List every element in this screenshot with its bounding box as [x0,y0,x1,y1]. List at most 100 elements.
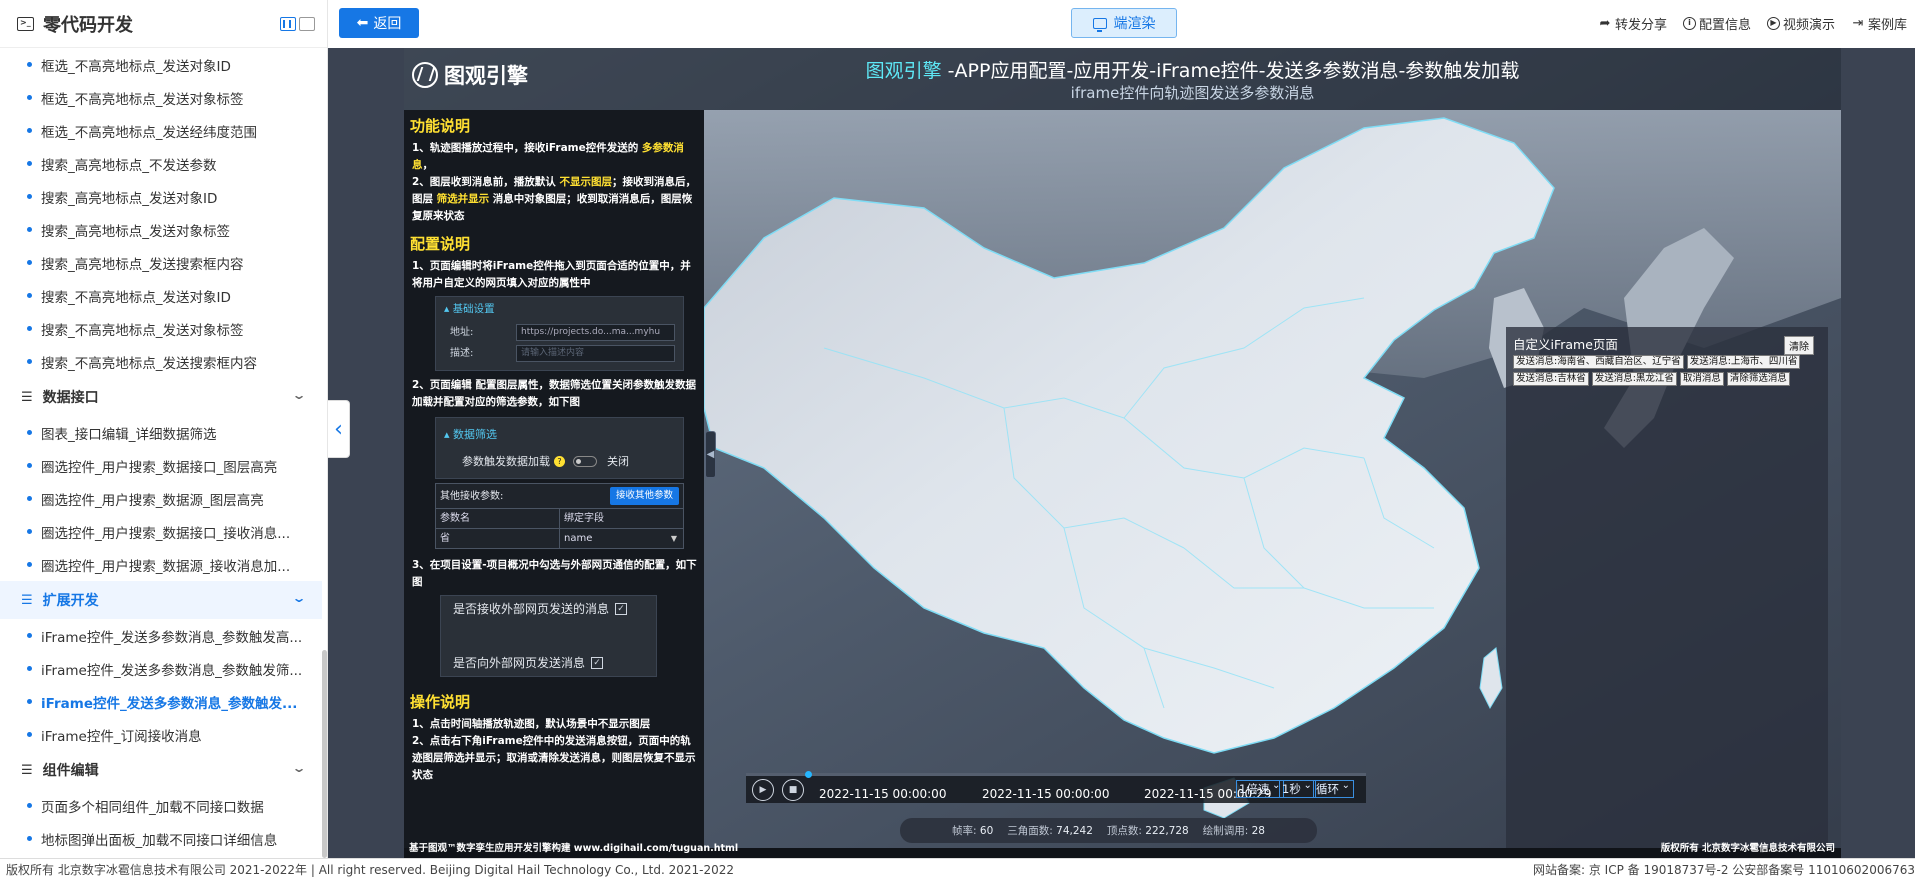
exit-icon: ⇥ [1852,16,1864,31]
timeline-knob[interactable] [805,771,812,778]
sidebar-item[interactable]: 框选_不高亮地标点_发送对象标签 [0,81,322,114]
video-demo-button[interactable]: ▶ 视频演示 [1766,14,1835,33]
checkbox-checked-icon: ✓ [615,603,628,615]
stat-label: 帧率: [952,825,977,837]
sidebar-item-label: 圈选控件_用户搜索_数据接口_图层高亮 [41,459,278,476]
share-icon: ➦ [1599,16,1611,31]
grid-view-icon[interactable] [280,17,296,31]
sidebar-item-label: 圈选控件_用户搜索_数据源_接收消息加... [41,558,291,575]
sidebar-item[interactable]: 框选_不高亮地标点_发送对象ID [0,48,322,81]
case-library-button[interactable]: ⇥ 案例库 [1851,14,1907,33]
info-icon: i [1682,17,1696,30]
address-field: https://projects.do...ma...myhu [516,324,675,341]
sidebar-collapse-button[interactable]: ‹ [328,400,350,458]
monitor-icon [1092,17,1107,32]
sidebar-item-label: 搜索_高亮地标点_不发送参数 [41,157,217,174]
info-panel-collapse-button[interactable]: ◀ [705,431,716,478]
table-cell: name [560,529,683,548]
timeline-track[interactable] [746,771,1366,778]
sidebar-item-label: 框选_不高亮地标点_发送对象标签 [41,91,244,108]
config-info-button[interactable]: i 配置信息 [1682,14,1751,33]
sidebar-item[interactable]: 搜索_高亮地标点_不发送参数 [0,147,322,180]
sidebar-item-label: 搜索_不高亮地标点_发送搜索框内容 [41,355,257,372]
back-button[interactable]: ⬅ 返回 [339,8,419,38]
list-icon: ☰ [21,592,33,608]
communication-settings-box: 是否接收外部网页发送的消息 ✓ 是否向外部网页发送消息 ✓ [440,595,657,677]
sidebar-header: >_ 零代码开发 [0,0,327,48]
bullet-icon [27,194,32,199]
sidebar-item[interactable]: 图表_接口编辑_详细数据筛选 [0,416,322,449]
operation-para-2: 2、点击右下角iFrame控件中的发送消息按钮，页面中的轨迹图层筛选并显示；取消… [412,735,696,781]
loop-select[interactable]: 循环 [1313,778,1354,798]
sidebar-item[interactable]: 搜索_不高亮地标点_发送对象标签 [0,312,322,345]
sidebar-group-data-api[interactable]: ☰ 数据接口 ⌄ [0,378,322,416]
sidebar-item[interactable]: 搜索_不高亮地标点_发送对象ID [0,279,322,312]
sidebar-item[interactable]: iFrame控件_发送多参数消息_参数触发高... [0,619,322,652]
sidebar-item-label: 搜索_不高亮地标点_发送对象标签 [41,322,244,339]
checkbox-checked-icon: ✓ [591,657,604,669]
play-button[interactable]: ▶ [752,779,774,801]
sidebar-item[interactable]: 框选_不高亮地标点_发送经纬度范围 [0,114,322,147]
stop-button[interactable]: ■ [782,779,804,801]
sidebar-item[interactable]: 搜索_高亮地标点_发送搜索框内容 [0,246,322,279]
sidebar-item[interactable]: iFrame控件_订阅接收消息 [0,718,322,751]
timeline-bar: ▶ ■ 2022-11-15 00:00:00 2022-11-15 00:00… [746,771,1366,803]
iframe-send-button[interactable]: 取消消息 [1679,372,1724,386]
chevron-left-icon: ◀ [706,449,715,460]
bullet-icon [27,95,32,100]
sidebar-item-label: 图表_接口编辑_详细数据筛选 [41,426,217,443]
share-button[interactable]: ➦ 转发分享 [1598,14,1666,33]
address-row: 地址: https://projects.do...ma...myhu [444,324,675,341]
sidebar-item[interactable]: 搜索_高亮地标点_发送对象标签 [0,213,322,246]
page-footer: 版权所有 北京数字冰雹信息技术有限公司 2021-2022年 | All rig… [0,858,1915,878]
sidebar-item-label: iFrame控件_发送多参数消息_参数触发高... [41,629,303,646]
sidebar-scrollbar[interactable] [322,650,327,858]
render-button[interactable]: 端渲染 [1071,8,1177,38]
iframe-send-button[interactable]: 清除筛选消息 [1726,372,1790,386]
scene-title-highlight: 图观引擎 [865,60,942,82]
help-icon: ? [554,456,565,467]
render-button-label: 端渲染 [1113,16,1156,32]
sidebar-item[interactable]: 圈选控件_用户搜索_数据接口_接收消息... [0,515,322,548]
sidebar-group-label: 扩展开发 [42,593,99,609]
stat-label: 绘制调用: [1202,825,1249,837]
highlight-text: 不显示图层 [559,176,612,188]
sidebar-group-label: 组件编辑 [42,763,99,779]
sidebar-item[interactable]: iFrame控件_发送多参数消息_参数触发... [0,685,322,718]
table-header-cell: 绑定字段 [564,513,604,524]
config-title: 配置说明 [410,235,471,253]
terminal-icon: >_ [17,16,34,31]
iframe-send-button[interactable]: 发送消息:海南省、西藏自治区、辽宁省 [1513,355,1684,369]
sidebar-item[interactable]: 圈选控件_用户搜索_数据源_接收消息加... [0,548,322,581]
config-info-label: 配置信息 [1698,18,1751,33]
video-demo-label: 视频演示 [1782,18,1835,33]
bullet-icon [27,128,32,133]
bullet-icon [27,326,32,331]
operation-title: 操作说明 [410,693,471,711]
sidebar-item-label: 搜索_高亮地标点_发送对象ID [41,190,218,207]
sidebar-item[interactable]: 圈选控件_用户搜索_数据源_图层高亮 [0,482,322,515]
stat-label: 三角面数: [1007,825,1053,837]
table-row: 省 name [436,528,683,548]
scene-title: 图观引擎 -APP应用配置-应用开发-iFrame控件-发送多参数消息-参数触发… [404,56,1841,83]
scene-viewport[interactable]: 图观引擎 图观引擎 -APP应用配置-应用开发-iFrame控件-发送多参数消息… [404,48,1841,858]
sidebar-item[interactable]: 搜索_不高亮地标点_发送搜索框内容 [0,345,322,378]
iframe-send-button[interactable]: 发送消息:上海市、四川省 [1686,355,1801,369]
bullet-icon [27,732,32,737]
view-toggle[interactable] [280,17,315,31]
sidebar-group-extension[interactable]: ☰ 扩展开发 ⌄ [0,581,322,619]
iframe-clear-button[interactable]: 清除 [1784,336,1814,355]
sidebar-item[interactable]: 圈选控件_用户搜索_数据接口_图层高亮 [0,449,322,482]
highlight-text: 筛选并显示 [436,193,490,205]
interval-select[interactable]: 1秒 [1279,778,1316,798]
iframe-send-button[interactable]: 发送消息:吉林省 [1513,372,1589,386]
iframe-send-button[interactable]: 发送消息:黑龙江省 [1591,372,1677,386]
speed-select[interactable]: 1倍速 [1236,778,1285,798]
sidebar-item-label: iFrame控件_发送多参数消息_参数触发筛... [41,662,303,679]
sidebar-item[interactable]: 搜索_高亮地标点_发送对象ID [0,180,322,213]
sidebar-item[interactable]: 地标图弹出面板_加载不同接口详细信息 [0,822,322,855]
sidebar-item[interactable]: 页面多个相同组件_加载不同接口数据 [0,789,322,822]
image-view-icon[interactable] [299,17,315,31]
sidebar-item[interactable]: iFrame控件_发送多参数消息_参数触发筛... [0,652,322,685]
sidebar-group-components[interactable]: ☰ 组件编辑 ⌄ [0,751,322,789]
